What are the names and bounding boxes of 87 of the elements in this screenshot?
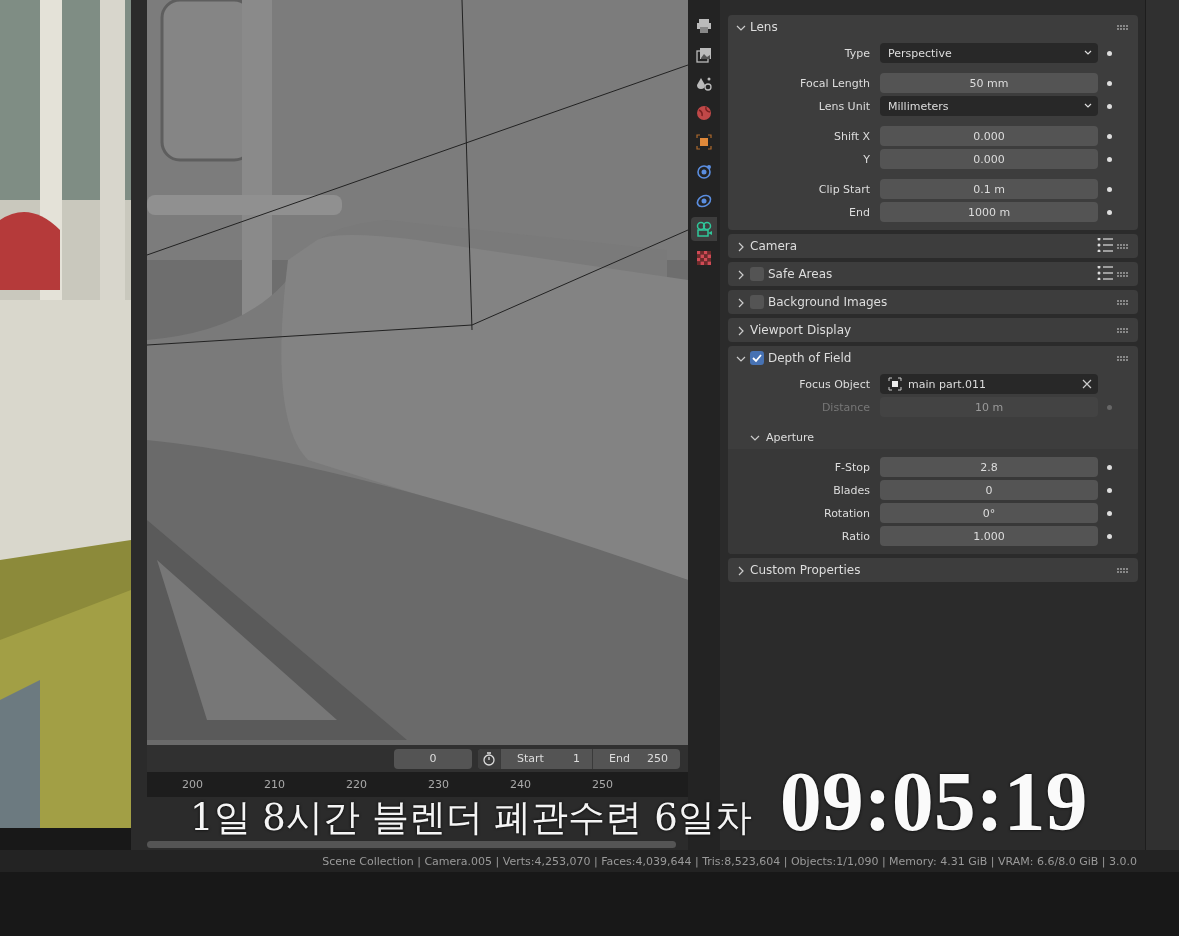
drag-handle-icon[interactable] <box>1117 243 1128 249</box>
frame-tick: 210 <box>264 778 286 791</box>
checkbox[interactable] <box>750 351 764 365</box>
panel-title[interactable]: Custom Properties <box>750 563 1113 577</box>
number-field[interactable]: 1000 m <box>880 202 1098 222</box>
keyframe-dot[interactable] <box>1107 186 1112 192</box>
panel-title[interactable]: Safe Areas <box>768 267 1093 281</box>
chevron-right-icon[interactable] <box>736 241 746 252</box>
checker-icon <box>695 249 713 267</box>
field-label: Rotation <box>823 506 871 520</box>
current-frame-field[interactable]: 0 <box>394 748 472 769</box>
orbit-icon <box>695 162 713 180</box>
drag-handle-icon[interactable] <box>1117 327 1128 333</box>
keyframe-dot[interactable] <box>1107 510 1112 516</box>
properties-tab[interactable] <box>691 217 717 241</box>
object-icon <box>888 377 902 391</box>
number-field[interactable]: 50 mm <box>880 73 1098 93</box>
camera-icon <box>695 220 713 238</box>
number-field[interactable]: 2.8 <box>880 457 1098 477</box>
droplet-icon <box>695 75 713 93</box>
dropdown[interactable]: Perspective <box>880 43 1098 63</box>
field-label: End <box>848 205 871 219</box>
end-frame-field[interactable]: End 250 <box>592 748 680 769</box>
timer: 09:05:19 <box>779 760 1088 844</box>
subpanel-title[interactable]: Aperture <box>766 430 815 444</box>
field-label: Lens Unit <box>817 99 871 113</box>
checkmark-icon <box>752 353 762 363</box>
presets-list-icon[interactable] <box>1097 265 1113 280</box>
keyframe-dot[interactable] <box>1107 487 1112 493</box>
number-field[interactable]: 0.1 m <box>880 179 1098 199</box>
globe-icon <box>695 104 713 122</box>
number-field[interactable]: 0.000 <box>880 149 1098 169</box>
panel-title[interactable]: Viewport Display <box>750 323 1113 337</box>
frame-tick: 230 <box>428 778 450 791</box>
printer-icon <box>695 17 713 35</box>
keyframe-dot[interactable] <box>1107 464 1112 470</box>
caption: 1일 8시간 블렌더 폐관수련 6일차 <box>190 799 752 836</box>
panel-title[interactable]: Camera <box>750 239 1093 253</box>
keyframe-dot[interactable] <box>1107 103 1112 109</box>
stopwatch-icon[interactable] <box>482 751 496 766</box>
field-label: Clip Start <box>817 182 871 196</box>
caret-icon <box>1084 103 1092 109</box>
status-bar: Scene Collection | Camera.005 | Verts:4,253,070 | Faces:4,039,644 | Tris:8,523,604 | Objects:1/1,090 | Memory: 4.31 GiB | VRAM: 6.6/8.0 GiB | 3.0.0 <box>0 850 1179 872</box>
drag-handle-icon[interactable] <box>1117 24 1128 30</box>
keyframe-dot[interactable] <box>1107 533 1112 539</box>
field-label: Shift X <box>832 129 871 143</box>
keyframe-dot[interactable] <box>1107 80 1112 86</box>
images-icon <box>695 46 713 64</box>
presets-list-icon[interactable] <box>1097 237 1113 252</box>
clear-icon[interactable] <box>1082 379 1092 389</box>
drag-handle-icon[interactable] <box>1117 271 1128 277</box>
keyframe-dot[interactable] <box>1107 209 1112 215</box>
caret-icon <box>1084 50 1092 56</box>
field-label: Type <box>843 46 871 60</box>
chevron-right-icon[interactable] <box>736 297 746 308</box>
frame-tick: 220 <box>346 778 368 791</box>
number-field[interactable]: 0° <box>880 503 1098 523</box>
drag-handle-icon[interactable] <box>1117 355 1128 361</box>
dropdown[interactable]: Millimeters <box>880 96 1098 116</box>
panel-title[interactable]: Background Images <box>768 295 1113 309</box>
keyframe-dot[interactable] <box>1107 133 1112 139</box>
field-label: Y <box>862 152 871 166</box>
square-icon <box>695 133 713 151</box>
keyframe-dot[interactable] <box>1107 50 1112 56</box>
number-field[interactable]: 1.000 <box>880 526 1098 546</box>
field-label: Distance <box>820 400 871 414</box>
frame-tick: 240 <box>510 778 532 791</box>
field-label: Blades <box>832 483 871 497</box>
field-label: Focal Length <box>799 76 871 90</box>
object-field[interactable]: main part.011 <box>880 374 1098 394</box>
chevron-right-icon[interactable] <box>736 325 746 336</box>
scrollbar[interactable] <box>147 841 676 848</box>
panel-title[interactable]: Depth of Field <box>768 351 1113 365</box>
field-label: F-Stop <box>833 460 871 474</box>
number-field[interactable]: 0.000 <box>880 126 1098 146</box>
chevron-right-icon[interactable] <box>736 269 746 280</box>
drag-handle-icon[interactable] <box>1117 567 1128 573</box>
keyframe-dot[interactable] <box>1107 156 1112 162</box>
frame-tick: 200 <box>182 778 204 791</box>
start-frame-field[interactable]: Start 1 <box>500 748 592 769</box>
panel-title[interactable]: Lens <box>750 20 1113 34</box>
frame-tick: 250 <box>592 778 614 791</box>
field-label: Ratio <box>840 529 871 543</box>
field-label: Focus Object <box>798 377 871 391</box>
drag-handle-icon[interactable] <box>1117 299 1128 305</box>
chevron-right-icon[interactable] <box>736 565 746 576</box>
number-field[interactable]: 0 <box>880 480 1098 500</box>
